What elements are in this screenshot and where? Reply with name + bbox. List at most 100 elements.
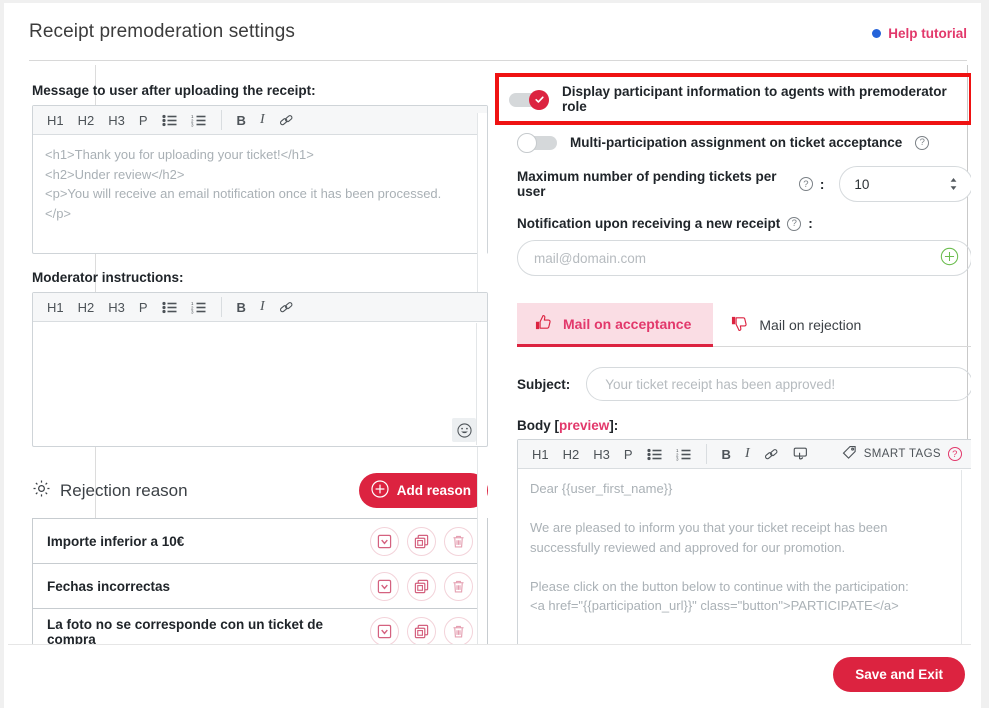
italic-button[interactable]: I bbox=[254, 109, 271, 131]
svg-text:3: 3 bbox=[191, 122, 194, 126]
body-label: Body bbox=[517, 418, 551, 433]
h3-button[interactable]: H3 bbox=[587, 443, 616, 465]
toolbar-divider bbox=[220, 297, 222, 317]
plus-circle-icon bbox=[371, 480, 389, 501]
bullet-list-icon[interactable] bbox=[156, 109, 183, 131]
trash-icon[interactable] bbox=[444, 617, 473, 644]
moderator-editor-scrollbar[interactable] bbox=[476, 323, 486, 445]
mail-body-content[interactable]: Dear {{user_first_name}} We are pleased … bbox=[518, 469, 971, 644]
bracket-close: ]: bbox=[609, 418, 619, 433]
gear-icon bbox=[32, 479, 51, 503]
h3-button[interactable]: H3 bbox=[102, 109, 131, 131]
table-row[interactable]: Fechas incorrectas bbox=[33, 564, 487, 609]
smart-tags-label: SMART TAGS bbox=[863, 448, 941, 460]
paragraph-button[interactable]: P bbox=[133, 296, 154, 318]
help-icon[interactable]: ? bbox=[787, 216, 802, 231]
tag-icon bbox=[842, 445, 857, 463]
h1-button[interactable]: H1 bbox=[41, 296, 70, 318]
numbered-list-icon[interactable]: 123 bbox=[185, 109, 212, 131]
chevron-down-box-icon[interactable] bbox=[370, 617, 399, 644]
rejection-reason-title-group: Rejection reason bbox=[32, 479, 188, 503]
toggle-knob bbox=[517, 133, 537, 153]
row-actions bbox=[370, 571, 473, 601]
moderator-instructions-editor[interactable]: H1 H2 H3 P 123 B I bbox=[32, 292, 488, 447]
bold-button[interactable]: B bbox=[716, 443, 737, 465]
svg-text:3: 3 bbox=[676, 456, 679, 460]
h2-button[interactable]: H2 bbox=[557, 443, 586, 465]
notification-email-field[interactable]: mail@domain.com bbox=[517, 240, 971, 276]
bullet-list-icon[interactable] bbox=[641, 443, 668, 465]
chevron-down-box-icon[interactable] bbox=[370, 526, 399, 556]
toolbar-left-group: H1 H2 H3 P 123 B I bbox=[526, 443, 814, 465]
rejection-reason-title: Rejection reason bbox=[60, 480, 188, 500]
italic-button[interactable]: I bbox=[254, 296, 271, 318]
help-icon[interactable]: ? bbox=[798, 177, 813, 191]
display-participant-info-toggle[interactable] bbox=[509, 89, 549, 110]
duplicate-icon[interactable] bbox=[407, 617, 436, 644]
stepper-arrows-icon[interactable] bbox=[949, 177, 958, 191]
smart-tags-group[interactable]: SMART TAGS ? bbox=[842, 445, 962, 463]
help-tutorial-label: Help tutorial bbox=[888, 26, 967, 41]
message-to-user-content[interactable]: <h1>Thank you for uploading your ticket!… bbox=[33, 135, 487, 253]
rejection-reason-label: Fechas incorrectas bbox=[47, 578, 171, 594]
message-to-user-editor[interactable]: H1 H2 H3 P 123 B I <h1>Thank you for upl… bbox=[32, 105, 488, 644]
max-pending-tickets-row: Maximum number of pending tickets per us… bbox=[513, 166, 971, 202]
trash-icon[interactable] bbox=[444, 526, 473, 556]
multi-participation-toggle[interactable] bbox=[517, 133, 557, 153]
smiley-icon[interactable] bbox=[452, 418, 476, 442]
notification-label-row: Notification upon receiving a new receip… bbox=[513, 216, 971, 231]
link-icon[interactable] bbox=[758, 443, 785, 465]
h2-button[interactable]: H2 bbox=[72, 296, 101, 318]
help-icon[interactable]: ? bbox=[948, 447, 962, 461]
bullet-list-icon[interactable] bbox=[156, 296, 183, 318]
tab-mail-on-rejection[interactable]: Mail on rejection bbox=[713, 303, 883, 346]
bold-button[interactable]: B bbox=[231, 109, 252, 131]
left-column: Message to user after uploading the rece… bbox=[32, 83, 488, 644]
toolbar-divider bbox=[220, 110, 222, 130]
mail-body-editor[interactable]: H1 H2 H3 P 123 B I SMART TAGS ? Dear {{u… bbox=[517, 439, 971, 644]
tab-mail-on-acceptance[interactable]: Mail on acceptance bbox=[517, 303, 714, 347]
page-footer: Save and Exit bbox=[8, 644, 971, 704]
paragraph-button[interactable]: P bbox=[618, 443, 639, 465]
max-pending-tickets-stepper[interactable]: 10 bbox=[839, 166, 971, 202]
rejection-reason-header: Rejection reason Add reason bbox=[32, 473, 488, 508]
moderator-instructions-label: Moderator instructions: bbox=[32, 270, 184, 285]
table-row[interactable]: Importe inferior a 10€ bbox=[33, 519, 487, 564]
add-reason-button[interactable]: Add reason bbox=[358, 473, 488, 508]
message-to-user-label: Message to user after uploading the rece… bbox=[32, 83, 316, 98]
h1-button[interactable]: H1 bbox=[526, 443, 555, 465]
italic-button[interactable]: I bbox=[739, 443, 756, 465]
chevron-down-box-icon[interactable] bbox=[370, 571, 399, 601]
subject-input[interactable]: Your ticket receipt has been approved! bbox=[586, 367, 971, 401]
save-and-exit-button[interactable]: Save and Exit bbox=[833, 657, 965, 692]
help-icon[interactable]: ? bbox=[915, 135, 930, 150]
help-tutorial-link[interactable]: Help tutorial bbox=[872, 21, 967, 41]
bold-button[interactable]: B bbox=[231, 296, 252, 318]
rejection-reason-label: La foto no se corresponde con un ticket … bbox=[47, 616, 324, 645]
plus-circle-icon[interactable] bbox=[940, 247, 959, 269]
thumbs-up-icon bbox=[535, 314, 552, 334]
numbered-list-icon[interactable]: 123 bbox=[185, 296, 212, 318]
row-actions bbox=[370, 617, 473, 644]
multi-participation-row: Multi-participation assignment on ticket… bbox=[513, 133, 971, 153]
subject-label: Subject: bbox=[517, 376, 571, 392]
numbered-list-icon[interactable]: 123 bbox=[670, 443, 697, 465]
mail-body-scrollbar[interactable] bbox=[961, 470, 971, 644]
notification-dot-icon bbox=[872, 29, 882, 38]
mail-body-toolbar: H1 H2 H3 P 123 B I SMART TAGS ? bbox=[518, 440, 971, 469]
moderator-instructions-content[interactable] bbox=[33, 322, 487, 446]
button-tag-icon[interactable] bbox=[787, 443, 814, 465]
duplicate-icon[interactable] bbox=[407, 571, 436, 601]
subject-row: Subject: Your ticket receipt has been ap… bbox=[517, 367, 971, 401]
body-preview-link[interactable]: preview bbox=[559, 418, 609, 433]
link-icon[interactable] bbox=[273, 109, 300, 131]
paragraph-button[interactable]: P bbox=[133, 109, 154, 131]
table-row[interactable]: La foto no se corresponde con un ticket … bbox=[33, 609, 487, 644]
link-icon[interactable] bbox=[273, 296, 300, 318]
trash-icon[interactable] bbox=[444, 571, 473, 601]
h2-button[interactable]: H2 bbox=[72, 109, 101, 131]
page-title: Receipt premoderation settings bbox=[29, 21, 295, 42]
h1-button[interactable]: H1 bbox=[41, 109, 70, 131]
duplicate-icon[interactable] bbox=[407, 526, 436, 556]
h3-button[interactable]: H3 bbox=[102, 296, 131, 318]
